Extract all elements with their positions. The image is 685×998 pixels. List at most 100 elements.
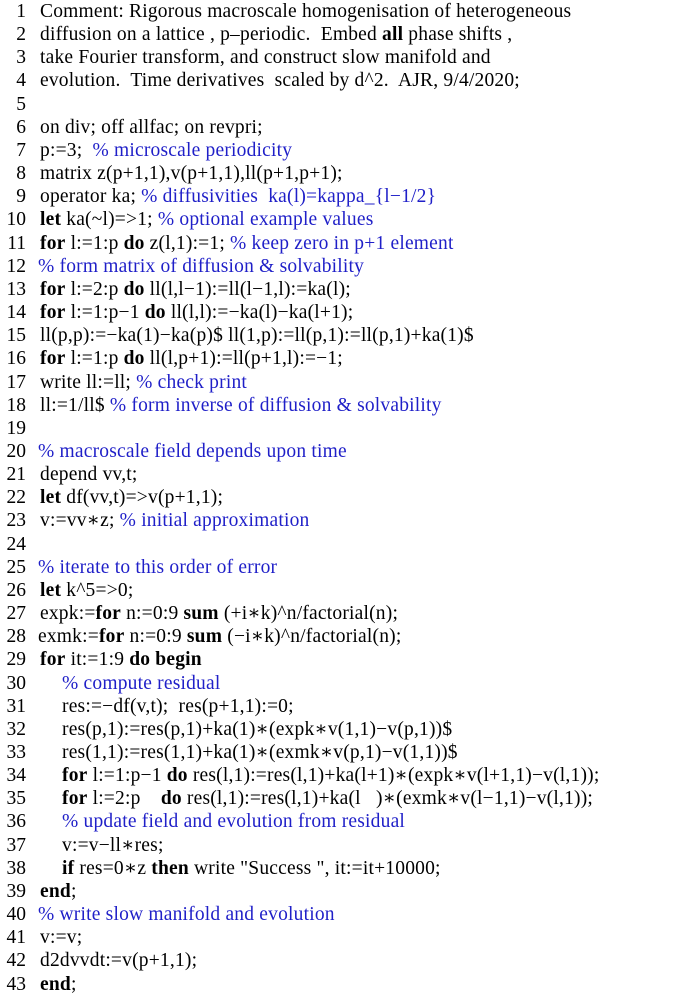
code-token: d2dvvdt:=v(p+1,1); <box>40 950 198 972</box>
line-number: 9 <box>16 186 26 208</box>
line-number: 39 <box>6 880 27 902</box>
keyword: let <box>40 487 62 509</box>
line-number: 24 <box>6 533 27 555</box>
code-token: write "Success ", it:=it+10000; <box>188 857 441 879</box>
keyword: then <box>151 857 189 879</box>
comment: % write slow manifold and evolution <box>38 904 335 926</box>
code-line: 5 <box>0 93 685 116</box>
code-line: 17 write ll:=ll; % check print <box>0 371 685 394</box>
code-token: evolution. Time derivatives scaled by d^… <box>40 70 520 92</box>
code-text: evolution. Time derivatives scaled by d^… <box>40 69 520 92</box>
keyword: do <box>123 232 145 254</box>
code-line: 12 % form matrix of diffusion & solvabili… <box>0 255 685 278</box>
code-line: 16 for l:=1:p do ll(l,p+1):=ll(p+1,l):=−1… <box>0 347 685 370</box>
code-token: ll(l,l):=−ka(l)−ka(l+1); <box>165 302 354 324</box>
code-token: ll:=1/ll$ <box>40 394 110 416</box>
line-number: 43 <box>6 973 27 995</box>
code-text: v:=vv∗z; % initial approximation <box>40 509 309 532</box>
line-number: 21 <box>6 464 27 486</box>
comment: % form inverse of diffusion & solvabilit… <box>109 394 442 416</box>
code-token: write ll:=ll; <box>40 371 137 393</box>
code-token: ll(p,p):=−ka(1)−ka(p)$ ll(1,p):=ll(p,1):… <box>40 325 474 347</box>
code-text: v:=v; <box>40 926 82 949</box>
line-number: 28 <box>6 626 27 648</box>
line-number: 1 <box>16 1 26 22</box>
line-number: 42 <box>6 950 27 972</box>
code-token: phase shifts , <box>403 24 513 46</box>
code-line: 42 d2dvvdt:=v(p+1,1); <box>0 949 685 972</box>
line-number: 38 <box>6 857 27 879</box>
code-token: l:=2:p <box>87 788 161 810</box>
line-number: 31 <box>6 695 27 717</box>
code-token: ll(l,l−1):=ll(l−1,l):=ka(l); <box>144 278 351 300</box>
code-line: 15 ll(p,p):=−ka(1)−ka(p)$ ll(1,p):=ll(p,1… <box>0 324 685 347</box>
code-line: 36 % update field and evolution from resi… <box>0 810 685 833</box>
keyword: let <box>40 579 62 601</box>
line-number: 35 <box>6 788 27 810</box>
keyword: for <box>62 788 88 810</box>
line-number: 2 <box>16 24 26 46</box>
code-token: l:=2:p <box>65 278 124 300</box>
code-token: ; <box>70 880 77 902</box>
line-number: 10 <box>6 209 27 231</box>
code-token: ka(~l)=>1; <box>61 209 158 231</box>
code-line: 10 let ka(~l)=>1; % optional example valu… <box>0 208 685 231</box>
code-line: 30 % compute residual <box>0 672 685 695</box>
code-text: if res=0∗z then write "Success ", it:=it… <box>62 857 441 880</box>
code-token: n:=0:9 <box>124 626 187 648</box>
keyword: for <box>40 278 66 300</box>
code-text: end; <box>40 973 77 996</box>
code-line: 32 res(p,1):=res(p,1)+ka(1)∗(expk∗v(1,1)−… <box>0 718 685 741</box>
line-number: 14 <box>6 302 27 324</box>
keyword: sum <box>183 603 219 625</box>
code-text: take Fourier transform, and construct sl… <box>40 46 491 69</box>
code-text: let df(vv,t)=>v(p+1,1); <box>40 486 223 509</box>
code-text: diffusion on a lattice , p–periodic. Emb… <box>40 23 512 46</box>
line-number: 29 <box>6 649 27 671</box>
line-number: 13 <box>6 278 27 300</box>
code-line: 13 for l:=2:p do ll(l,l−1):=ll(l−1,l):=ka… <box>0 278 685 301</box>
line-number: 30 <box>6 672 27 694</box>
comment: % optional example values <box>157 209 374 231</box>
code-line: 18 ll:=1/ll$ % form inverse of diffusion … <box>0 394 685 417</box>
code-line: 1 Comment: Rigorous macroscale homogenisa… <box>0 0 685 23</box>
line-number: 20 <box>6 440 27 462</box>
code-text: res:=−df(v,t); res(p+1,1):=0; <box>62 695 294 718</box>
line-number: 33 <box>6 742 27 763</box>
comment: % update field and evolution from residu… <box>62 811 406 833</box>
code-line: 31 res:=−df(v,t); res(p+1,1):=0; <box>0 695 685 718</box>
code-token: operator ka; <box>40 186 142 208</box>
keyword: do <box>123 278 145 300</box>
code-line: 35 for l:=2:p do res(l,1):=res(l,1)+ka(l … <box>0 787 685 810</box>
code-token: res(l,1):=res(l,1)+ka(l )∗(exmk∗v(l−1,1)… <box>181 788 594 810</box>
code-token: v:=v−ll∗res; <box>62 834 164 856</box>
code-token: df(vv,t)=>v(p+1,1); <box>61 487 224 509</box>
code-line: 2 diffusion on a lattice , p–periodic. Em… <box>0 23 685 46</box>
code-token: take Fourier transform, and construct sl… <box>40 47 491 69</box>
line-number: 25 <box>6 556 27 578</box>
code-line: 40 % write slow manifold and evolution <box>0 903 685 926</box>
keyword: do <box>123 348 145 370</box>
line-number: 7 <box>16 139 26 161</box>
code-token: l:=1:p−1 <box>87 765 167 787</box>
code-line: 34 for l:=1:p−1 do res(l,1):=res(l,1)+ka(… <box>0 764 685 787</box>
keyword: do <box>160 788 182 810</box>
code-text: end; <box>40 880 77 903</box>
code-token: res(p,1):=res(p,1)+ka(1)∗(expk∗v(1,1)−v(… <box>62 718 453 740</box>
code-text: for l:=1:p−1 do ll(l,l):=−ka(l)−ka(l+1); <box>40 301 353 324</box>
code-text: % macroscale field depends upon time <box>38 440 347 463</box>
code-token: on div; off allfac; on revpri; <box>40 116 263 138</box>
line-number: 11 <box>7 232 26 254</box>
code-line: 8 matrix z(p+1,1),v(p+1,1),ll(p+1,p+1); <box>0 162 685 185</box>
code-line: 9 operator ka; % diffusivities ka(l)=kapp… <box>0 185 685 208</box>
line-number: 3 <box>16 47 26 69</box>
line-number: 37 <box>6 834 27 856</box>
code-text: exmk:=for n:=0:9 sum (−i∗k)^n/factorial(… <box>38 625 401 648</box>
code-text: let k^5=>0; <box>40 579 133 602</box>
code-line: 43 end; <box>0 973 685 996</box>
code-token: n:=0:9 <box>121 603 184 625</box>
code-line: 14 for l:=1:p−1 do ll(l,l):=−ka(l)−ka(l+1… <box>0 301 685 324</box>
keyword: for <box>98 626 125 648</box>
code-text: p:=3; % microscale periodicity <box>40 139 292 162</box>
line-number: 18 <box>6 394 27 416</box>
